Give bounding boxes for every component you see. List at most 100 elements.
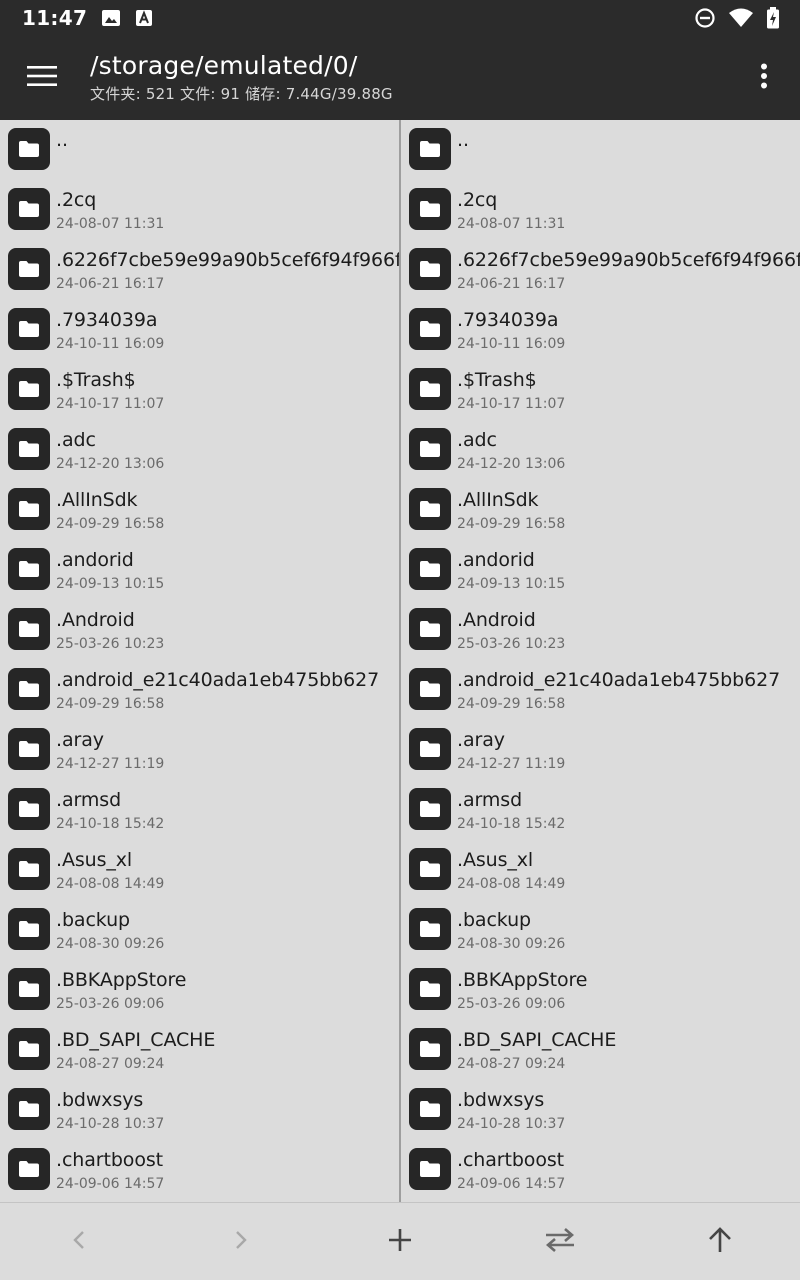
folder-name: .armsd (457, 789, 523, 811)
folder-row[interactable]: .aray 24-12-27 11:19 (401, 720, 800, 780)
folder-row[interactable]: .6226f7cbe59e99a90b5cef6f94f966fd 24-06-2… (0, 240, 399, 300)
folder-modified-date: 24-10-28 10:37 (457, 1116, 566, 1132)
app-bar: /storage/emulated/0/ 文件夹: 521 文件: 91 储存:… (0, 36, 800, 120)
folder-modified-date: 24-12-20 13:06 (56, 456, 165, 472)
folder-name: .7934039a (56, 309, 158, 331)
folder-row[interactable]: .armsd 24-10-18 15:42 (401, 780, 800, 840)
folder-icon (409, 1088, 451, 1130)
folder-modified-date: 24-10-17 11:07 (457, 396, 566, 412)
folder-icon (8, 188, 50, 230)
folder-icon (8, 1088, 50, 1130)
folder-row[interactable]: .2cq 24-08-07 11:31 (0, 180, 399, 240)
folder-modified-date: 24-10-18 15:42 (457, 816, 566, 832)
folder-name: .6226f7cbe59e99a90b5cef6f94f966fd (457, 249, 800, 271)
folder-name: .BBKAppStore (56, 969, 187, 991)
folder-row[interactable]: .adc 24-12-20 13:06 (0, 420, 399, 480)
path-header: /storage/emulated/0/ 文件夹: 521 文件: 91 储存:… (90, 50, 393, 104)
storage-summary: 文件夹: 521 文件: 91 储存: 7.44G/39.88G (90, 85, 393, 103)
more-options-button[interactable] (742, 54, 786, 102)
folder-row[interactable]: .AllInSdk 24-09-29 16:58 (401, 480, 800, 540)
folder-icon (8, 428, 50, 470)
folder-row[interactable]: .7934039a 24-10-11 16:09 (401, 300, 800, 360)
folder-row[interactable]: .chartboost 24-09-06 14:57 (0, 1140, 399, 1200)
folder-icon (8, 968, 50, 1010)
folder-row[interactable]: .BBKAppStore 25-03-26 09:06 (0, 960, 399, 1020)
folder-icon (409, 728, 451, 770)
parent-folder-row[interactable]: .. (401, 120, 800, 180)
menu-button[interactable] (18, 54, 66, 102)
folder-modified-date: 24-12-20 13:06 (457, 456, 566, 472)
folder-row[interactable]: .7934039a 24-10-11 16:09 (0, 300, 399, 360)
parent-directory-button[interactable] (695, 1217, 745, 1267)
folder-row[interactable]: .chartboost 24-09-06 14:57 (401, 1140, 800, 1200)
folder-row[interactable]: .Android 25-03-26 10:23 (401, 600, 800, 660)
folder-row[interactable]: .2cq 24-08-07 11:31 (401, 180, 800, 240)
folder-row[interactable]: .Asus_xl 24-08-08 14:49 (0, 840, 399, 900)
folder-icon (8, 248, 50, 290)
folder-icon (409, 368, 451, 410)
folder-icon (8, 128, 50, 170)
folder-name: .BD_SAPI_CACHE (56, 1029, 216, 1051)
folder-modified-date: 24-09-29 16:58 (457, 696, 566, 712)
folder-row[interactable]: .bdwxsys 24-10-28 10:37 (401, 1080, 800, 1140)
folder-name: .backup (457, 909, 532, 931)
folder-name: .aray (56, 729, 104, 751)
folder-row[interactable]: .andorid 24-09-13 10:15 (0, 540, 399, 600)
folder-modified-date: 24-10-17 11:07 (56, 396, 165, 412)
folder-modified-date: 24-09-29 16:58 (56, 516, 165, 532)
folder-row[interactable]: .Android 25-03-26 10:23 (0, 600, 399, 660)
folder-icon (409, 308, 451, 350)
folder-row[interactable]: .backup 24-08-30 09:26 (0, 900, 399, 960)
more-vert-icon (760, 63, 768, 93)
folder-row[interactable]: .$Trash$ 24-10-17 11:07 (0, 360, 399, 420)
folder-row[interactable]: .Asus_xl 24-08-08 14:49 (401, 840, 800, 900)
wifi-icon (728, 8, 754, 28)
folder-row[interactable]: .BD_SAPI_CACHE 24-08-27 09:24 (401, 1020, 800, 1080)
right-file-pane[interactable]: .. .2cq 24-08-07 11:31 .6226f7cbe59e99a90b5… (401, 120, 800, 1202)
folder-modified-date: 24-06-21 16:17 (56, 276, 165, 292)
folder-row[interactable]: .aray 24-12-27 11:19 (0, 720, 399, 780)
swap-panes-button[interactable] (535, 1217, 585, 1267)
folder-row[interactable]: .andorid 24-09-13 10:15 (401, 540, 800, 600)
chevron-right-icon (228, 1228, 252, 1256)
folder-icon (409, 1028, 451, 1070)
parent-folder-row[interactable]: .. (0, 120, 399, 180)
folder-row[interactable]: .armsd 24-10-18 15:42 (0, 780, 399, 840)
folder-icon (409, 488, 451, 530)
left-file-pane[interactable]: .. .2cq 24-08-07 11:31 .6226f7cbe59e99a90b5… (0, 120, 399, 1202)
folder-name: .2cq (56, 189, 97, 211)
folder-name: .backup (56, 909, 131, 931)
folder-row[interactable]: .bdwxsys 24-10-28 10:37 (0, 1080, 399, 1140)
folder-modified-date: 25-03-26 09:06 (56, 996, 165, 1012)
folder-row[interactable]: .android_e21c40ada1eb475bb627 24-09-29 16… (0, 660, 399, 720)
folder-modified-date: 24-10-11 16:09 (457, 336, 566, 352)
folder-modified-date: 25-03-26 10:23 (457, 636, 566, 652)
folder-icon (8, 1028, 50, 1070)
folder-modified-date: 24-08-08 14:49 (56, 876, 165, 892)
folder-row[interactable]: .BD_SAPI_CACHE 24-08-27 09:24 (0, 1020, 399, 1080)
folder-icon (409, 1148, 451, 1190)
add-button[interactable] (375, 1217, 425, 1267)
battery-charging-icon (766, 7, 780, 29)
folder-icon (8, 608, 50, 650)
folder-name: .AllInSdk (457, 489, 539, 511)
back-button[interactable] (55, 1217, 105, 1267)
folder-name: .android_e21c40ada1eb475bb627 (457, 669, 781, 691)
folder-row[interactable]: .$Trash$ 24-10-17 11:07 (401, 360, 800, 420)
forward-button[interactable] (215, 1217, 265, 1267)
folder-name: .AllInSdk (56, 489, 138, 511)
folder-modified-date: 24-06-21 16:17 (457, 276, 566, 292)
folder-modified-date: 24-09-06 14:57 (457, 1176, 566, 1192)
folder-row[interactable]: .android_e21c40ada1eb475bb627 24-09-29 16… (401, 660, 800, 720)
folder-modified-date: 24-09-29 16:58 (56, 696, 165, 712)
folder-row[interactable]: .backup 24-08-30 09:26 (401, 900, 800, 960)
plus-icon (387, 1227, 413, 1257)
folder-name: .adc (56, 429, 96, 451)
folder-row[interactable]: .BBKAppStore 25-03-26 09:06 (401, 960, 800, 1020)
folder-name: .andorid (56, 549, 134, 571)
folder-row[interactable]: .adc 24-12-20 13:06 (401, 420, 800, 480)
folder-row[interactable]: .6226f7cbe59e99a90b5cef6f94f966fd 24-06-2… (401, 240, 800, 300)
folder-icon (8, 488, 50, 530)
folder-name: .Android (56, 609, 135, 631)
folder-row[interactable]: .AllInSdk 24-09-29 16:58 (0, 480, 399, 540)
